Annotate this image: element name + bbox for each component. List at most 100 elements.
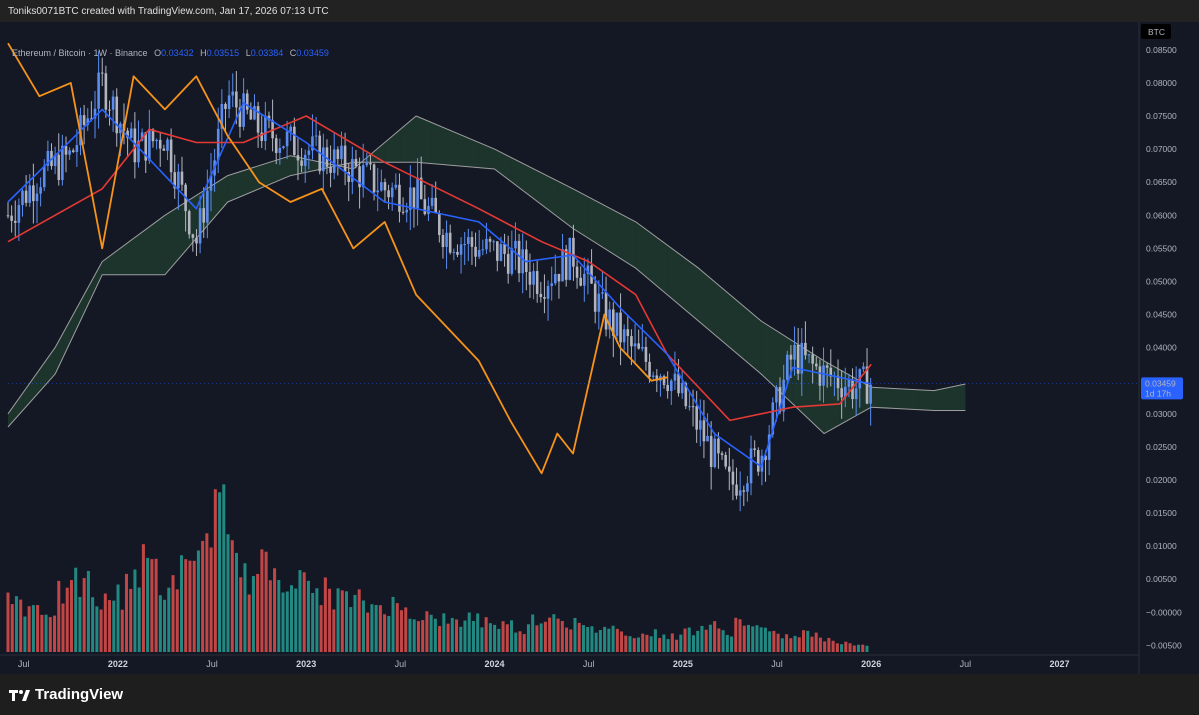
time-tick-label: Jul [18, 659, 30, 669]
candle-body [862, 366, 865, 370]
volume-bar [260, 549, 264, 652]
candle-body [97, 72, 100, 109]
volume-bar [488, 623, 492, 652]
volume-bar [264, 551, 268, 652]
symbol-legend: Ethereum / Bitcoin · 1W · Binance O0.034… [12, 48, 329, 58]
volume-bar [738, 619, 742, 652]
candle-body [398, 184, 401, 212]
candle-body [807, 354, 811, 356]
price-tick-label: 0.07500 [1146, 111, 1177, 121]
time-tick-label: Jul [395, 659, 407, 669]
volume-bar [789, 638, 793, 652]
volume-bar [78, 597, 82, 652]
volume-bar [565, 627, 569, 652]
candle-body [474, 246, 477, 257]
candle-body [427, 205, 430, 215]
candle-body [296, 155, 300, 161]
volume-bar [404, 607, 408, 652]
volume-bar [636, 637, 640, 652]
volume-bar [302, 572, 306, 652]
volume-bar [213, 489, 217, 652]
candle-body [242, 93, 245, 127]
volume-bar [201, 540, 205, 652]
candle-body [601, 292, 604, 294]
volume-bar [353, 594, 357, 652]
volume-bar [285, 591, 289, 652]
price-tick-label: −0.00500 [1146, 640, 1182, 650]
candle-body [17, 205, 21, 223]
volume-bar [505, 624, 509, 652]
volume-bar [268, 580, 272, 652]
candle-body [75, 145, 79, 152]
candle-body [564, 249, 568, 280]
volume-bar [852, 645, 856, 652]
volume-bar [793, 635, 797, 652]
caption-bar: Toniks0071BTC created with TradingView.c… [0, 0, 1199, 22]
volume-bar [188, 560, 192, 652]
candle-body [6, 215, 10, 217]
candle-body [383, 182, 387, 191]
volume-bar [687, 627, 691, 652]
volume-bar [416, 621, 420, 652]
kumo-cloud-segment [902, 388, 919, 410]
candle-body [717, 438, 720, 454]
volume-bar [624, 635, 628, 652]
volume-bar [569, 629, 573, 652]
candle-body [804, 342, 807, 356]
volume-bar [31, 605, 35, 652]
candle-body [702, 420, 706, 442]
volume-bar [577, 622, 581, 652]
volume-bar [133, 569, 137, 652]
volume-bar [395, 603, 399, 652]
volume-bar [865, 645, 869, 652]
volume-bar [522, 634, 526, 652]
candle-body [496, 241, 499, 261]
candle-body [633, 343, 637, 347]
candle-body [285, 131, 289, 147]
volume-bar [814, 632, 818, 652]
volume-bar [281, 592, 285, 652]
volume-bar [586, 626, 590, 652]
legend-low-value: 0.03384 [250, 48, 284, 58]
chart-frame[interactable]: 0.08500 0.08000 0.07500 0.07000 0.06500 0.060… [0, 22, 1199, 674]
candle-body [561, 249, 564, 282]
candle-body [550, 283, 553, 287]
candle-body [731, 471, 735, 485]
volume-bar [611, 625, 615, 652]
price-tick-label: 0.04500 [1146, 310, 1177, 320]
volume-bar [387, 616, 391, 652]
price-tick-label: 0.02000 [1146, 475, 1177, 485]
volume-bar [535, 625, 539, 652]
volume-bar [328, 588, 332, 652]
volume-bar [141, 544, 145, 652]
volume-bar [662, 634, 666, 652]
volume-bar [831, 640, 835, 652]
legend-open-value: 0.03432 [161, 48, 194, 58]
candle-body [104, 73, 108, 110]
kumo-cloud-segment [949, 384, 966, 411]
candle-body [528, 271, 532, 285]
volume-bar [95, 606, 99, 652]
volume-bar [27, 606, 31, 652]
tradingview-logo[interactable]: TradingView [9, 686, 123, 703]
price-tick-label: 0.06000 [1146, 210, 1177, 220]
volume-bar [290, 585, 294, 652]
chart-svg[interactable]: 0.08500 0.08000 0.07500 0.07000 0.06500 0.060… [0, 22, 1199, 674]
price-tick-label: 0.05000 [1146, 276, 1177, 286]
candle-body [735, 484, 738, 496]
volume-bar [861, 644, 865, 652]
candle-body [412, 187, 416, 209]
volume-bar [797, 637, 801, 652]
volume-bar [69, 580, 73, 652]
footer-bar: TradingView [0, 674, 1199, 715]
volume-bar [590, 626, 594, 652]
volume-bar [471, 620, 475, 652]
candle-body [13, 220, 17, 223]
volume-bar [721, 630, 725, 652]
candle-body [818, 366, 822, 386]
candle-body [227, 95, 231, 109]
candle-body [249, 109, 253, 120]
volume-bar [6, 592, 10, 652]
volume-bar [306, 580, 310, 652]
candle-body [169, 139, 173, 173]
